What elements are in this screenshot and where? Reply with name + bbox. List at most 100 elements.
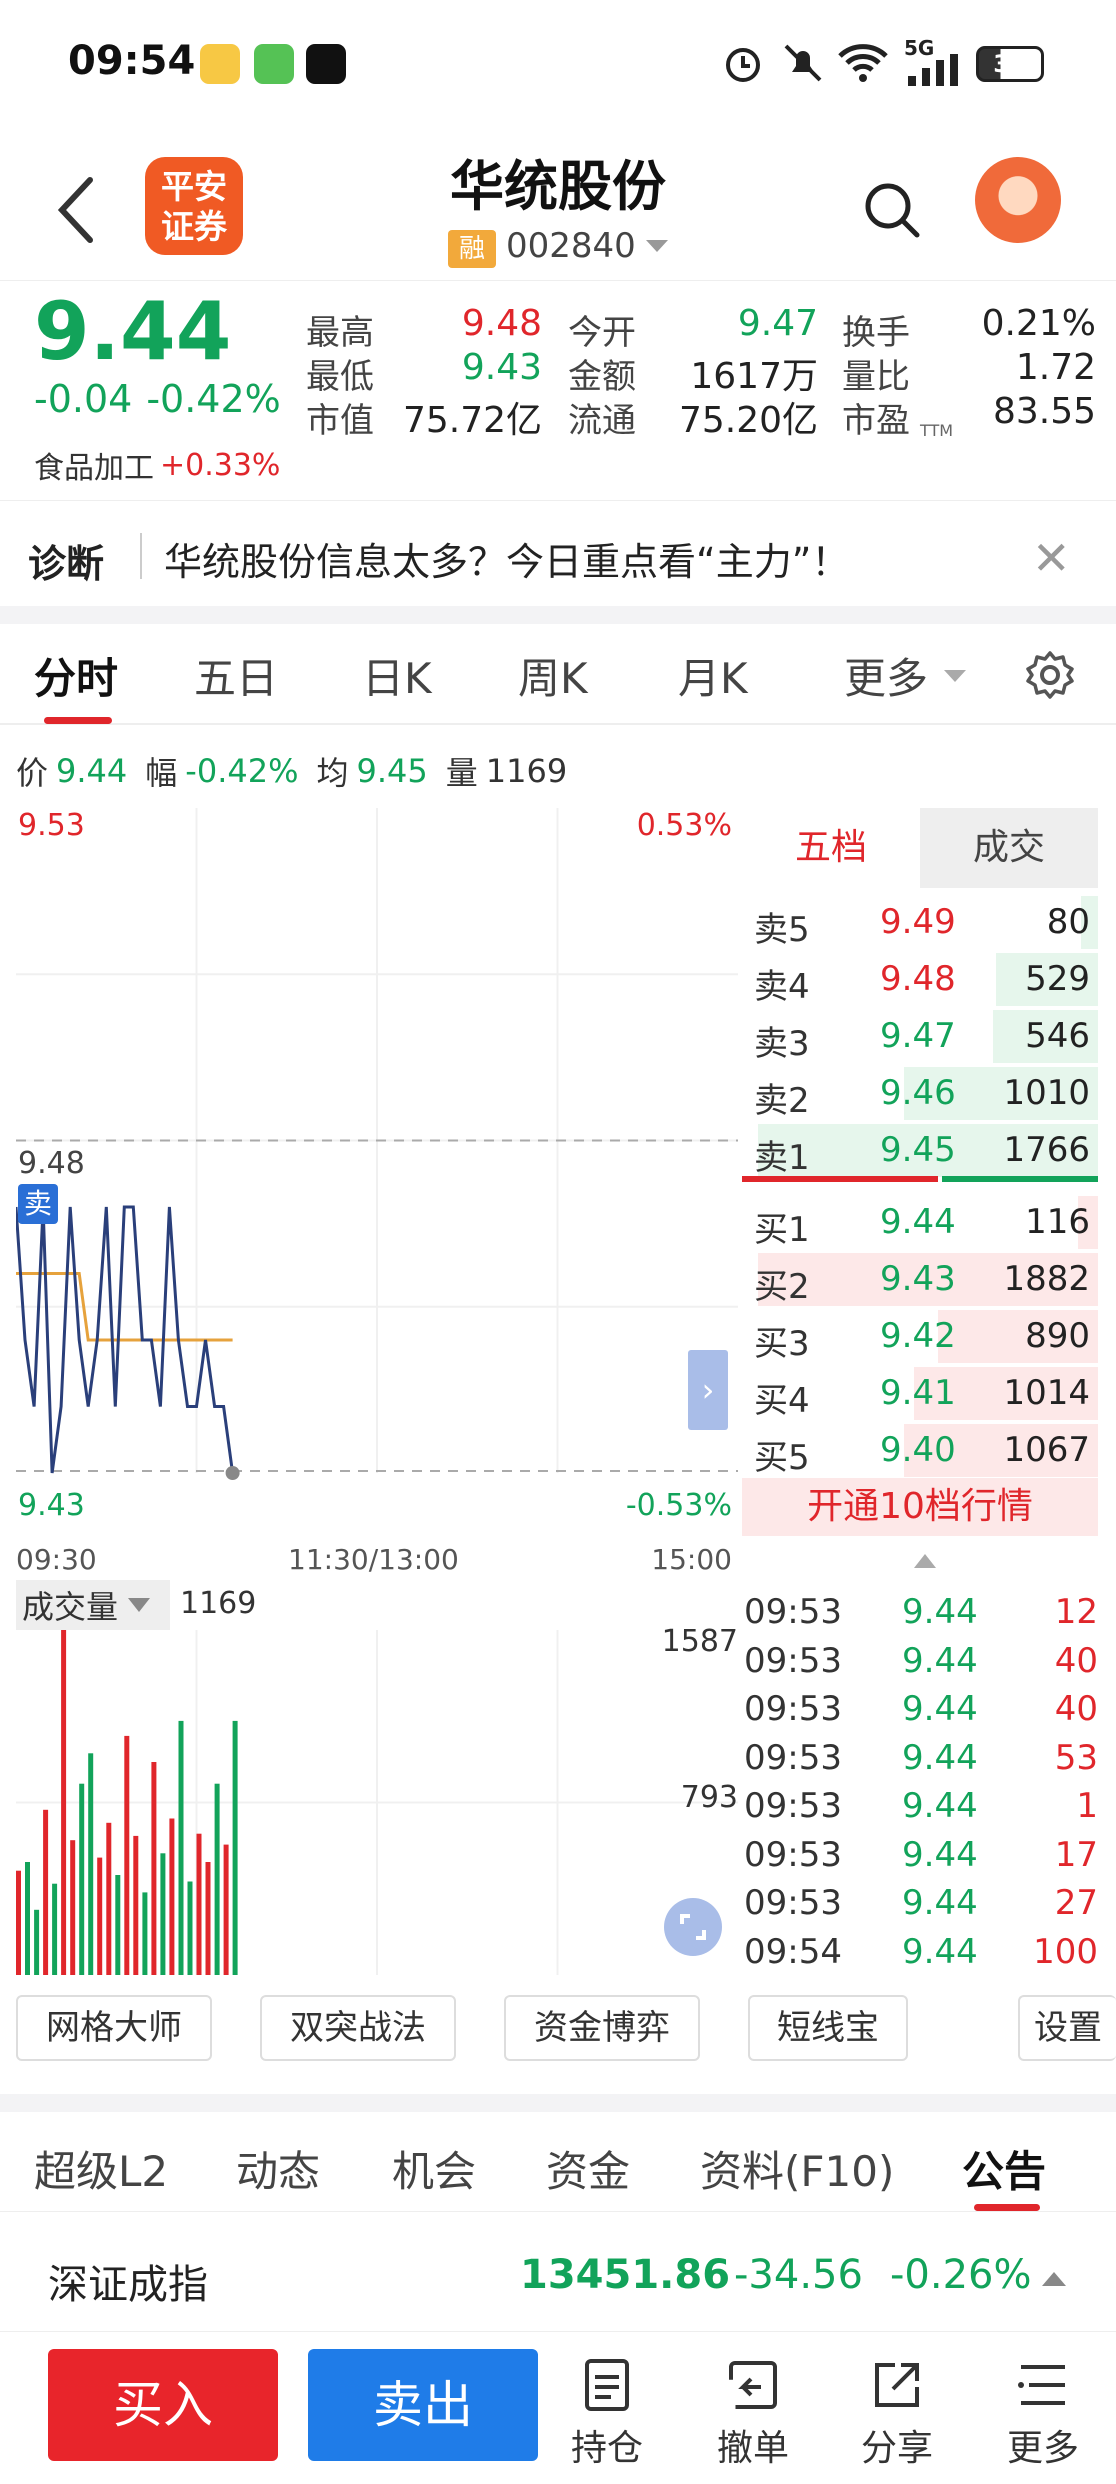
bid-row[interactable]: 买5 9.40 1067 xyxy=(742,1422,1098,1479)
upgrade-level10-button[interactable]: 开通10档行情 xyxy=(742,1478,1098,1536)
fullscreen-icon[interactable] xyxy=(664,1898,722,1956)
status-time: 09:54 xyxy=(68,38,196,84)
chevron-up-icon xyxy=(1042,2272,1066,2286)
ask-row[interactable]: 卖1 9.45 1766 xyxy=(742,1122,1098,1179)
tab-more[interactable]: 更多 xyxy=(844,645,972,706)
undo-icon xyxy=(729,2361,777,2409)
order-book-rows: 卖5 9.49 80 卖4 9.48 529 卖3 9.47 546 卖2 9.46 1010 卖1 9.… xyxy=(742,894,1098,1478)
bid-row[interactable]: 买3 9.42 890 xyxy=(742,1308,1098,1365)
bid-row[interactable]: 买2 9.43 1882 xyxy=(742,1251,1098,1308)
level-label: 买1 xyxy=(754,1210,810,1250)
ask-row[interactable]: 卖5 9.49 80 xyxy=(742,894,1098,951)
trade-volume: 40 xyxy=(1054,1689,1098,1729)
tab-opportunity[interactable]: 机会 xyxy=(392,2138,476,2199)
level-price: 9.44 xyxy=(880,1202,956,1242)
ask-row[interactable]: 卖2 9.46 1010 xyxy=(742,1065,1098,1122)
volume-bar xyxy=(151,1762,157,1975)
level-price: 9.48 xyxy=(880,959,956,999)
weibo-icon xyxy=(200,44,240,84)
y-axis-top-price: 9.53 xyxy=(18,808,85,843)
index-ticker[interactable]: 深证成指 13451.86 -34.56 -0.26% xyxy=(0,2222,1116,2332)
nav-cancel-order[interactable]: 撤单 xyxy=(698,2357,808,2471)
bid-row[interactable]: 买1 9.44 116 xyxy=(742,1194,1098,1251)
sector-info[interactable]: 食品加工 +0.33% xyxy=(34,443,280,487)
volume-bar xyxy=(115,1875,121,1975)
expand-book-toggle[interactable]: › xyxy=(688,1350,728,1430)
volume-bar xyxy=(52,1883,58,1975)
quote-value: 9.43 xyxy=(461,347,542,388)
share-icon xyxy=(875,2363,919,2407)
sector-name: 食品加工 xyxy=(34,451,154,486)
quote-value: 83.55 xyxy=(992,391,1096,432)
volume-indicator-selector[interactable]: 成交量 xyxy=(16,1580,170,1630)
search-icon[interactable] xyxy=(860,178,924,242)
trade-time: 09:53 xyxy=(744,1640,842,1681)
tab-capital[interactable]: 资金 xyxy=(546,2138,630,2199)
nav-positions[interactable]: 持仓 xyxy=(552,2357,662,2471)
ask-row[interactable]: 卖4 9.48 529 xyxy=(742,951,1098,1008)
volume-chart[interactable]: 成交量 1169 1587 793 xyxy=(16,1580,738,1975)
intraday-chart[interactable]: 9.53 0.53% 9.48 卖 9.43 -0.53% › 09:30 11… xyxy=(14,808,738,1576)
quote-label: 市值 xyxy=(306,401,374,441)
reference-price: 9.48 xyxy=(18,1146,85,1181)
diagnosis-bar[interactable]: 诊断 华统股份信息太多？今日重点看“主力”！ ✕ xyxy=(0,500,1116,610)
level-label: 买2 xyxy=(754,1267,810,1307)
nav-share[interactable]: 分享 xyxy=(842,2357,952,2471)
quote-value: 0.21% xyxy=(981,303,1096,344)
tab-intraday[interactable]: 分时 xyxy=(34,645,118,706)
close-icon[interactable]: ✕ xyxy=(1032,531,1071,585)
nav-more[interactable]: 更多 xyxy=(988,2357,1098,2471)
quote-value: 1.72 xyxy=(1015,347,1096,388)
tab-trades[interactable]: 成交 xyxy=(920,808,1098,888)
level-volume: 1010 xyxy=(1003,1073,1090,1113)
tab-five-day[interactable]: 五日 xyxy=(194,645,278,706)
quote-panel: 9.44 -0.04 -0.42% 食品加工 +0.33% 最高 9.48 今开 9.… xyxy=(0,280,1116,500)
info-vol-label: 量 xyxy=(445,754,478,792)
trade-price: 9.44 xyxy=(902,1592,978,1632)
diagnosis-label: 诊断 xyxy=(28,542,105,586)
bid-row[interactable]: 买4 9.41 1014 xyxy=(742,1365,1098,1422)
level-volume: 890 xyxy=(1025,1316,1090,1356)
tab-five-levels[interactable]: 五档 xyxy=(742,808,920,888)
volume-bar xyxy=(133,1835,139,1975)
tool-settings-button[interactable]: 设置 xyxy=(1018,1995,1116,2061)
stock-code-selector[interactable]: 002840 xyxy=(506,226,672,266)
scroll-up-icon[interactable] xyxy=(910,1552,940,1574)
volume-bar xyxy=(16,1870,21,1975)
nav-positions-label: 持仓 xyxy=(570,2428,643,2469)
level-label: 买4 xyxy=(754,1381,810,1421)
ask-row[interactable]: 卖3 9.47 546 xyxy=(742,1008,1098,1065)
level-label: 卖1 xyxy=(754,1138,810,1178)
sell-pressure-bar xyxy=(742,1176,938,1182)
tab-announcement[interactable]: 公告 xyxy=(962,2138,1046,2199)
sell-button[interactable]: 卖出 xyxy=(308,2349,538,2461)
tab-daily-k[interactable]: 日K xyxy=(362,645,432,706)
tab-f10[interactable]: 资料(F10) xyxy=(700,2138,894,2199)
capital-game-button[interactable]: 资金博弈 xyxy=(504,1995,700,2061)
grid-master-button[interactable]: 网格大师 xyxy=(16,1995,212,2061)
tab-monthly-k[interactable]: 月K xyxy=(678,645,748,706)
quote-value: 75.20亿 xyxy=(678,400,818,441)
trade-row: 09:53 9.44 12 xyxy=(742,1588,1098,1636)
gear-icon[interactable] xyxy=(1024,649,1076,701)
quote-label: 量比 xyxy=(842,357,910,397)
double-breakout-button[interactable]: 双突战法 xyxy=(260,1995,456,2061)
trade-price: 9.44 xyxy=(902,1834,978,1875)
quote-label: 最高 xyxy=(306,313,374,353)
diagnosis-text: 华统股份信息太多？今日重点看“主力”！ xyxy=(164,540,850,584)
section-gap xyxy=(0,606,1116,624)
tab-weekly-k[interactable]: 周K xyxy=(518,645,588,706)
info-range-label: 幅 xyxy=(145,754,178,792)
trade-price: 9.44 xyxy=(902,1883,978,1923)
level-label: 卖2 xyxy=(754,1081,810,1121)
assistant-avatar[interactable] xyxy=(975,157,1061,243)
tab-news[interactable]: 动态 xyxy=(236,2138,320,2199)
nav-share-label: 分享 xyxy=(860,2428,933,2469)
short-term-button[interactable]: 短线宝 xyxy=(748,1995,908,2061)
tab-super-l2[interactable]: 超级L2 xyxy=(34,2138,168,2199)
tab-more-label: 更多 xyxy=(844,654,929,703)
sell-marker[interactable]: 卖 xyxy=(18,1184,58,1224)
current-price: 9.44 xyxy=(34,285,232,378)
mute-icon xyxy=(784,44,822,82)
buy-button[interactable]: 买入 xyxy=(48,2349,278,2461)
